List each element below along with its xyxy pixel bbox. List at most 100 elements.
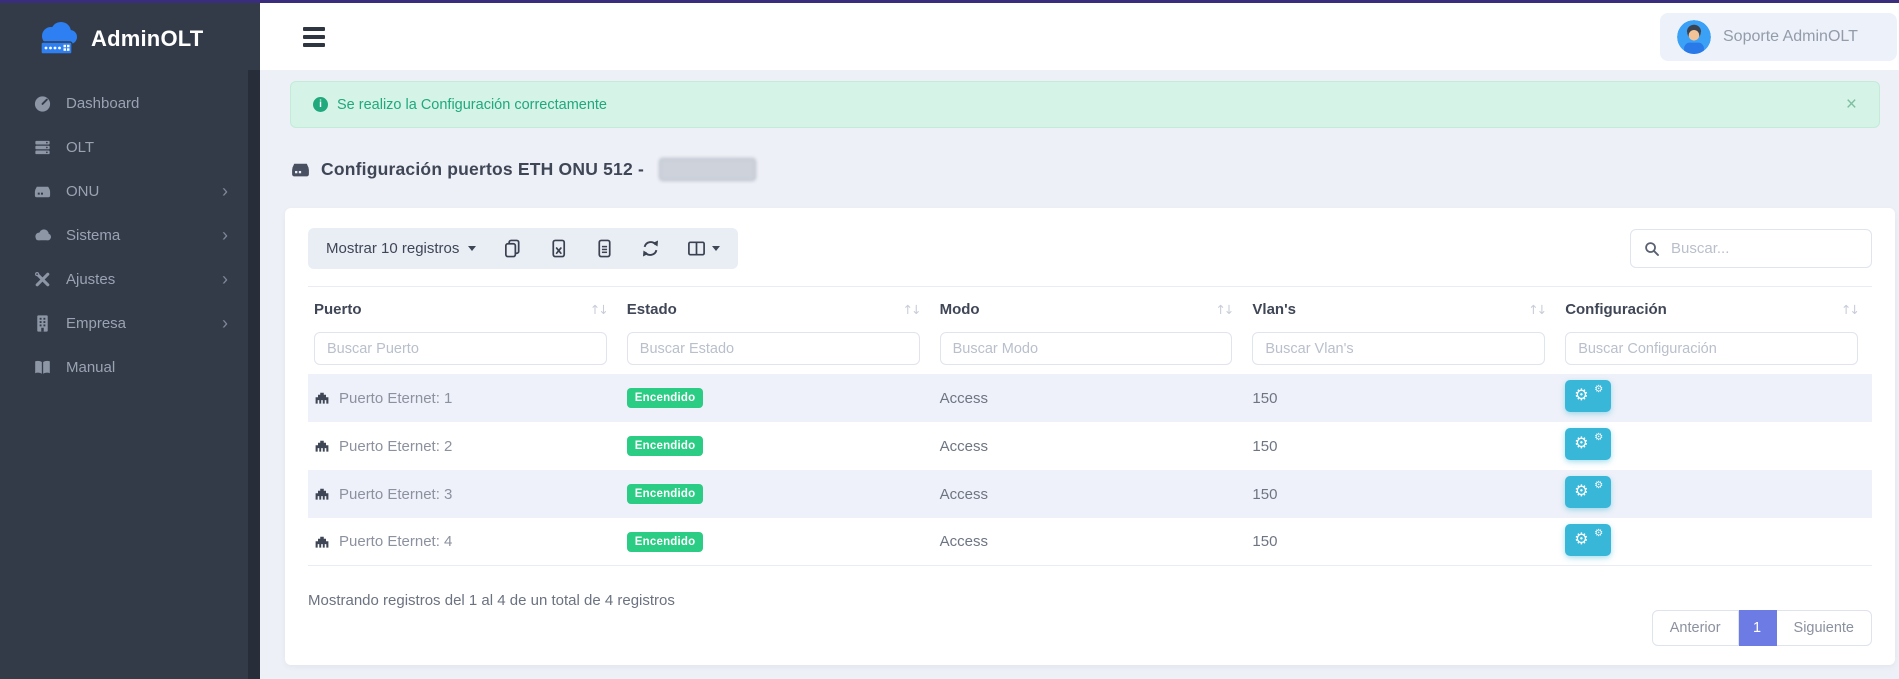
alert-message: Se realizo la Configuración correctament… (337, 97, 607, 113)
table-row: Puerto Eternet: 2 Encendido Access 150 ⚙… (308, 422, 1872, 470)
sidebar-item-label: Manual (66, 359, 115, 376)
port-vlan: 150 (1246, 438, 1559, 455)
column-header-vlans[interactable]: Vlan's ↑↓ (1246, 301, 1559, 318)
table-card: Mostrar 10 registros (285, 208, 1895, 665)
ethernet-icon (314, 438, 330, 454)
sidebar-item-ajustes[interactable]: Ajustes › (0, 257, 260, 301)
table-search[interactable] (1630, 229, 1872, 268)
sidebar-item-label: ONU (66, 183, 99, 200)
sidebar-item-empresa[interactable]: Empresa › (0, 301, 260, 345)
port-mode: Access (934, 390, 1247, 407)
port-vlan: 150 (1246, 533, 1559, 550)
file-export-button[interactable] (595, 239, 614, 258)
user-menu[interactable]: Soporte AdminOLT (1660, 13, 1897, 61)
page-title: Configuración puertos ETH ONU 512 - (321, 159, 644, 180)
alert-close-button[interactable]: × (1846, 95, 1857, 114)
sort-icon[interactable]: ↑↓ (1841, 302, 1858, 317)
port-vlan: 150 (1246, 486, 1559, 503)
user-avatar (1677, 20, 1711, 54)
search-icon (1644, 241, 1660, 257)
card-toolbar: Mostrar 10 registros (308, 228, 1872, 269)
filter-input-modo[interactable] (940, 332, 1233, 365)
column-header-puerto[interactable]: Puerto ↑↓ (308, 301, 621, 318)
page-title-row: Configuración puertos ETH ONU 512 - (290, 158, 1869, 181)
sidebar-item-sistema[interactable]: Sistema › (0, 213, 260, 257)
port-name: Puerto Eternet: 1 (339, 390, 452, 407)
port-mode: Access (934, 438, 1247, 455)
pagination-next[interactable]: Siguiente (1777, 610, 1872, 646)
main-content: i Se realizo la Configuración correctame… (260, 70, 1899, 679)
excel-export-button[interactable] (549, 239, 568, 258)
ethernet-icon (314, 390, 330, 406)
refresh-icon (641, 239, 660, 258)
top-header: Soporte AdminOLT (260, 3, 1899, 70)
chevron-right-icon: › (222, 314, 228, 332)
sort-icon[interactable]: ↑↓ (1528, 302, 1545, 317)
port-mode: Access (934, 486, 1247, 503)
table-row: Puerto Eternet: 3 Encendido Access 150 ⚙… (308, 470, 1872, 518)
status-badge: Encendido (627, 388, 704, 408)
sidebar: AdminOLT Dashboard OLT (0, 3, 260, 679)
copy-button[interactable] (503, 239, 522, 258)
redacted-device-name (659, 158, 756, 181)
filter-input-vlans[interactable] (1252, 332, 1545, 365)
ethernet-icon (314, 486, 330, 502)
search-input[interactable] (1671, 240, 1858, 257)
cloud-router-logo-icon (36, 21, 82, 57)
column-header-estado[interactable]: Estado ↑↓ (621, 301, 934, 318)
chevron-right-icon: › (222, 182, 228, 200)
configure-port-button[interactable]: ⚙ ⚙ (1565, 380, 1611, 412)
column-header-configuracion[interactable]: Configuración ↑↓ (1559, 301, 1872, 318)
cogs-icon: ⚙ (1574, 387, 1588, 403)
sidebar-item-label: Dashboard (66, 95, 139, 112)
sort-icon[interactable]: ↑↓ (903, 302, 920, 317)
table-row: Puerto Eternet: 4 Encendido Access 150 ⚙… (308, 518, 1872, 566)
card-footer: Mostrando registros del 1 al 4 de un tot… (308, 592, 1872, 646)
filter-input-configuracion[interactable] (1565, 332, 1858, 365)
top-accent-strip (0, 0, 1899, 3)
sidebar-toggle-button[interactable] (303, 23, 325, 51)
port-name: Puerto Eternet: 2 (339, 438, 452, 455)
sort-icon[interactable]: ↑↓ (1215, 302, 1232, 317)
page-length-label: Mostrar 10 registros (326, 240, 459, 257)
reload-button[interactable] (641, 239, 660, 258)
column-visibility-button[interactable] (687, 239, 720, 258)
info-icon: i (313, 97, 328, 112)
status-badge: Encendido (627, 532, 704, 552)
table-toolbar: Mostrar 10 registros (308, 228, 738, 269)
chevron-right-icon: › (222, 270, 228, 288)
cloud-icon (33, 226, 52, 245)
configure-port-button[interactable]: ⚙ ⚙ (1565, 428, 1611, 460)
configure-port-button[interactable]: ⚙ ⚙ (1565, 476, 1611, 508)
caret-down-icon (712, 246, 720, 251)
sidebar-item-manual[interactable]: Manual (0, 345, 260, 389)
sidebar-item-olt[interactable]: OLT (0, 125, 260, 169)
hamburger-icon (303, 27, 325, 47)
cogs-icon: ⚙ (1574, 483, 1588, 499)
sidebar-item-label: Sistema (66, 227, 120, 244)
table-row: Puerto Eternet: 1 Encendido Access 150 ⚙… (308, 374, 1872, 422)
page-length-dropdown[interactable]: Mostrar 10 registros (326, 240, 476, 257)
brand[interactable]: AdminOLT (0, 3, 260, 75)
tools-icon (33, 270, 52, 289)
user-name: Soporte AdminOLT (1723, 28, 1858, 46)
sidebar-scrollbar[interactable] (248, 70, 260, 679)
column-header-modo[interactable]: Modo ↑↓ (934, 301, 1247, 318)
table-filter-row (308, 332, 1872, 365)
table-info: Mostrando registros del 1 al 4 de un tot… (308, 592, 675, 609)
sidebar-item-onu[interactable]: ONU › (0, 169, 260, 213)
status-badge: Encendido (627, 484, 704, 504)
filter-input-puerto[interactable] (314, 332, 607, 365)
sort-icon[interactable]: ↑↓ (590, 302, 607, 317)
file-text-icon (595, 239, 614, 258)
pagination-page-1[interactable]: 1 (1739, 610, 1777, 646)
status-badge: Encendido (627, 436, 704, 456)
cogs-icon: ⚙ (1574, 531, 1588, 547)
pagination-prev[interactable]: Anterior (1652, 610, 1739, 646)
server-stack-icon (33, 138, 52, 157)
success-alert: i Se realizo la Configuración correctame… (290, 81, 1880, 128)
configure-port-button[interactable]: ⚙ ⚙ (1565, 524, 1611, 556)
device-icon (290, 159, 311, 180)
sidebar-item-dashboard[interactable]: Dashboard (0, 81, 260, 125)
filter-input-estado[interactable] (627, 332, 920, 365)
